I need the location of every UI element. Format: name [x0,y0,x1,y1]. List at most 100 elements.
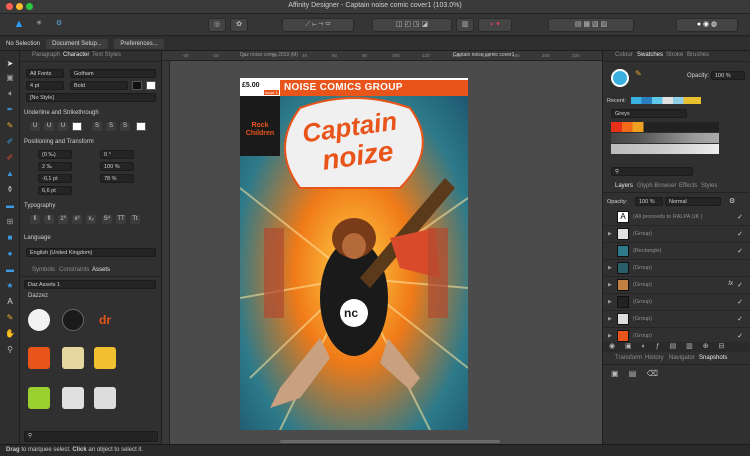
visibility-check[interactable]: ✓ [737,281,743,289]
strikethrough-button[interactable]: S [92,122,102,131]
tab-history[interactable]: History [645,355,664,361]
tab-text-styles[interactable]: Text Styles [92,52,121,58]
visibility-check[interactable]: ✓ [737,332,743,340]
layer-opacity-field[interactable]: 100 % [635,197,663,206]
tab-stroke[interactable]: Stroke [666,52,683,58]
underline-color-button[interactable]: U [58,122,68,131]
snapshot-action-icons[interactable]: ▣ ▤ ⌫ [611,369,662,378]
horizontal-scale-field[interactable]: 100 % [100,162,134,171]
fill-colour-well[interactable] [611,69,629,87]
subscript-button[interactable]: x₂ [86,215,96,224]
tab-transform[interactable]: Transform [615,355,642,361]
tab-swatches[interactable]: Swatches [637,52,663,58]
hand-tool-icon[interactable]: ✋ [4,329,16,339]
tab-layers[interactable]: Layers [615,183,633,189]
layer-row[interactable]: ▶ (Group) ✓ [603,294,750,311]
recent-swatches[interactable] [631,97,701,104]
vector-brush-tool-icon[interactable]: ✐ [4,137,16,147]
language-section-header[interactable]: Language [24,235,51,241]
ligature-button[interactable]: fi [30,215,40,224]
document-setup-button[interactable]: Document Setup... [46,39,108,49]
tab-colour[interactable]: Colour [615,52,633,58]
expand-icon[interactable]: ▶ [608,282,612,288]
export-persona-icon[interactable]: ⚙ [52,18,66,32]
discretionary-ligature-button[interactable]: fl [44,215,54,224]
layers-footer-toolbar[interactable]: ◉ ▣ ◐ ƒ ▤ ▥ ⊕ ⊟ [603,342,750,352]
effects-fx-icon[interactable]: fx [728,281,733,287]
canvas-horizontal-scrollbar[interactable] [280,440,500,443]
font-size-field[interactable]: 4 pt [26,81,64,90]
asset-thumb-3[interactable]: dr [94,309,116,331]
tracking-field[interactable]: 2 ‰ [38,162,72,171]
visibility-check[interactable]: ✓ [737,247,743,255]
rectangle-tool-icon[interactable]: ■ [4,233,16,243]
pencil-tool-icon[interactable]: ✎ [4,121,16,131]
visibility-check[interactable]: ✓ [737,298,743,306]
superscript-button[interactable]: x² [72,215,82,224]
layer-row[interactable]: (Rectangle) ✓ [603,243,750,260]
tab-constraints[interactable]: Constraints [59,267,89,273]
doc-tab-label[interactable]: Daz noise comic 2019 (M) [240,52,298,58]
align-distribute-group[interactable]: ▤ ▦ ▧ ▨ [548,18,634,32]
zoom-tool-icon[interactable]: ⚲ [4,345,16,355]
vertical-ruler[interactable] [162,61,170,444]
transform-tools-group[interactable]: ⟋ ⊢ ⊣ ▭ [282,18,354,32]
eyedropper-tool-icon[interactable]: ⚱ [4,185,16,195]
opacity-field[interactable]: 100 % [711,71,745,80]
style-select[interactable]: [No Style] [26,93,156,102]
all-caps-button[interactable]: TT [116,215,126,224]
assistant-icons-group[interactable]: ● ◉ ◍ [676,18,738,32]
tab-symbols[interactable]: Symbols [32,267,55,273]
transparency-tool-icon[interactable]: ▲ [4,169,16,179]
expand-icon[interactable]: ▶ [608,299,612,305]
expand-icon[interactable]: ▶ [608,333,612,339]
tab-paragraph[interactable]: Paragraph [32,52,60,58]
doc-tab-label-active[interactable]: Captain noise comic cover1 [453,52,514,58]
asset-thumb-6[interactable] [94,347,116,369]
visibility-check[interactable]: ✓ [737,315,743,323]
view-mode-icon[interactable]: ◎ [208,18,226,32]
ellipse-tool-icon[interactable]: ● [4,249,16,259]
asset-thumb-8[interactable] [62,387,84,409]
visibility-check[interactable]: ✓ [737,213,743,221]
asset-thumb-5[interactable] [62,347,84,369]
snapping-settings-icon[interactable]: ✿ [230,18,248,32]
layer-row[interactable]: ▶ (Group) ✓ [603,311,750,328]
tab-character[interactable]: Character [63,52,89,58]
asset-thumb-2[interactable] [62,309,84,331]
asset-thumb-7[interactable] [28,387,50,409]
asset-search-input[interactable]: ⚲ [24,431,158,442]
fill-tool-icon[interactable]: ✐ [4,153,16,163]
layer-row[interactable]: ▶ (Group) fx ✓ [603,277,750,294]
strikethrough-color-button[interactable]: S [120,122,130,131]
pixel-persona-icon[interactable]: ✳ [32,18,46,32]
asset-category-select[interactable]: Daz Assets 1 [24,280,156,289]
font-family-select[interactable]: Gotham [70,69,156,78]
expand-icon[interactable]: ▶ [608,316,612,322]
positioning-section-header[interactable]: Positioning and Transform [24,139,94,145]
asset-thumb-4[interactable] [28,347,50,369]
artboard-tool-icon[interactable]: ▣ [4,73,16,83]
tab-assets[interactable]: Assets [92,267,110,273]
typography-section-header[interactable]: Typography [24,203,55,209]
tab-navigator[interactable]: Navigator [669,355,695,361]
leading-field[interactable]: 6,6 pt [38,186,72,195]
designer-persona-icon[interactable]: ▲ [12,18,26,32]
blend-mode-select[interactable]: Normal [665,197,721,206]
double-strikethrough-button[interactable]: S [106,122,116,131]
colour-picker-icon[interactable]: ✎ [635,69,642,78]
snapping-magnet-icon[interactable]: ◐ ▾ [478,18,512,32]
ordinal-button[interactable]: 1ª [58,215,68,224]
asset-group-header[interactable]: Dazzez [28,293,48,299]
layer-row[interactable]: A (All proceeds to RALPA UK ) ✓ [603,209,750,226]
layer-options-icon[interactable]: ⚙ [729,197,735,205]
color-picker-tool-icon[interactable]: ✎ [4,313,16,323]
vertical-scale-field[interactable]: 78 % [100,174,134,183]
crop-tool-icon[interactable]: ⊞ [4,217,16,227]
boolean-ops-group[interactable]: ◫ ◰ ◳ ◪ [372,18,452,32]
text-tool-icon[interactable]: A [4,297,16,307]
horizontal-ruler[interactable]: -40 -20 0 20 40 60 80 100 120 140 160 18… [162,51,602,61]
underline-button[interactable]: U [30,122,40,131]
palette-select[interactable]: Greys [611,109,687,118]
arrange-icon[interactable]: ▥ [456,18,474,32]
